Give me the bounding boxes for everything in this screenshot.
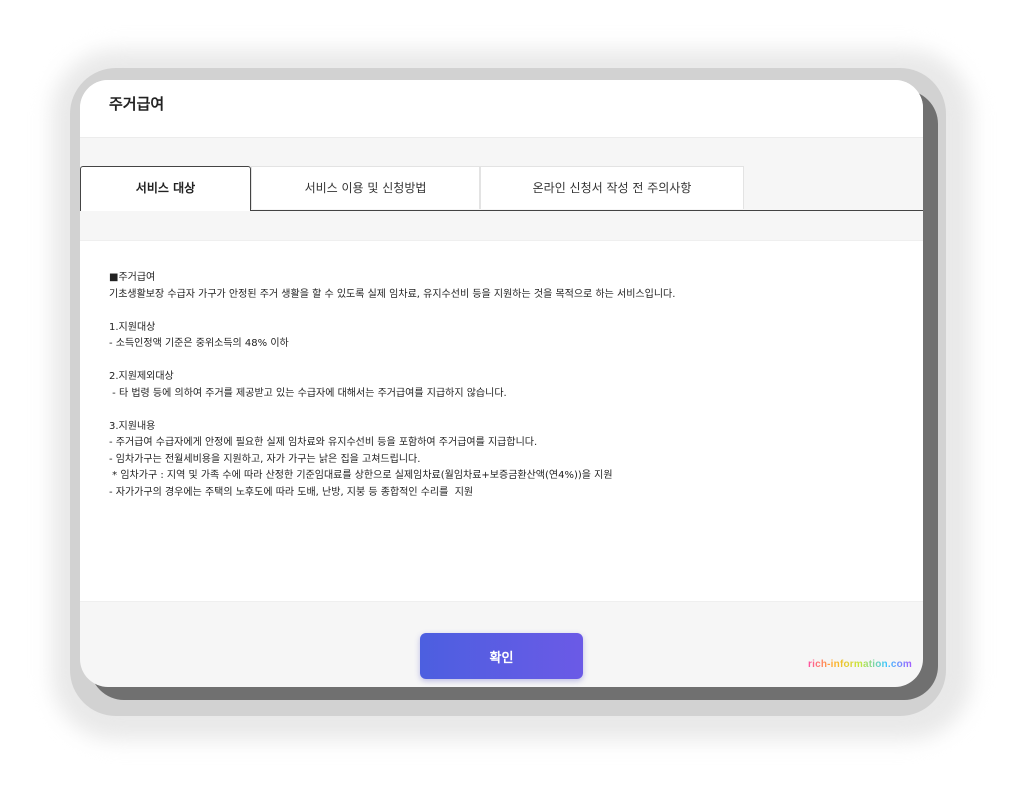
dialog-header: 주거급여 [80, 80, 923, 138]
dialog-window: 주거급여 서비스 대상 서비스 이용 및 신청방법 온라인 신청서 작성 전 주… [80, 80, 923, 687]
section-line: * 임차가구 : 지역 및 가족 수에 따라 산정한 기준임대료를 상한으로 실… [109, 470, 613, 481]
section-line: - 주거급여 수급자에게 안정에 필요한 실제 임차료와 유지수선비 등을 포함… [109, 437, 538, 448]
content-intro: 기초생활보장 수급자 가구가 안정된 주거 생활을 할 수 있도록 실제 임차료… [109, 288, 676, 300]
section-line: - 타 법령 등에 의하여 주거를 제공받고 있는 수급자에 대해서는 주거급여… [109, 387, 507, 399]
tab-bar: 서비스 대상 서비스 이용 및 신청방법 온라인 신청서 작성 전 주의사항 [80, 166, 923, 211]
section-line: - 임차가구는 전월세비용을 지원하고, 자가 가구는 낡은 집을 고쳐드립니다… [109, 453, 421, 465]
tab-service-target[interactable]: 서비스 대상 [80, 166, 251, 211]
service-description: ■주거급여 기초생활보장 수급자 가구가 안정된 주거 생활을 할 수 있도록 … [109, 270, 909, 501]
section-title-eligibility: 1.지원대상 [109, 321, 156, 333]
watermark-text: rich-information.com [808, 659, 913, 670]
tab-content-panel: ■주거급여 기초생활보장 수급자 가구가 안정된 주거 생활을 할 수 있도록 … [80, 240, 923, 602]
section-title-exclusion: 2.지원제외대상 [109, 371, 174, 382]
section-title-support: 3.지원내용 [109, 420, 156, 432]
section-line: - 자가가구의 경우에는 주택의 노후도에 따라 도배, 난방, 지붕 등 종합… [109, 486, 474, 498]
tab-service-usage-application[interactable]: 서비스 이용 및 신청방법 [251, 166, 480, 209]
confirm-button[interactable]: 확인 [420, 633, 583, 679]
section-line: - 소득인정액 기준은 중위소득의 48% 이하 [109, 338, 289, 349]
content-heading: ■주거급여 [109, 272, 156, 283]
dialog-title: 주거급여 [109, 95, 165, 113]
tab-online-application-notes[interactable]: 온라인 신청서 작성 전 주의사항 [480, 166, 744, 209]
